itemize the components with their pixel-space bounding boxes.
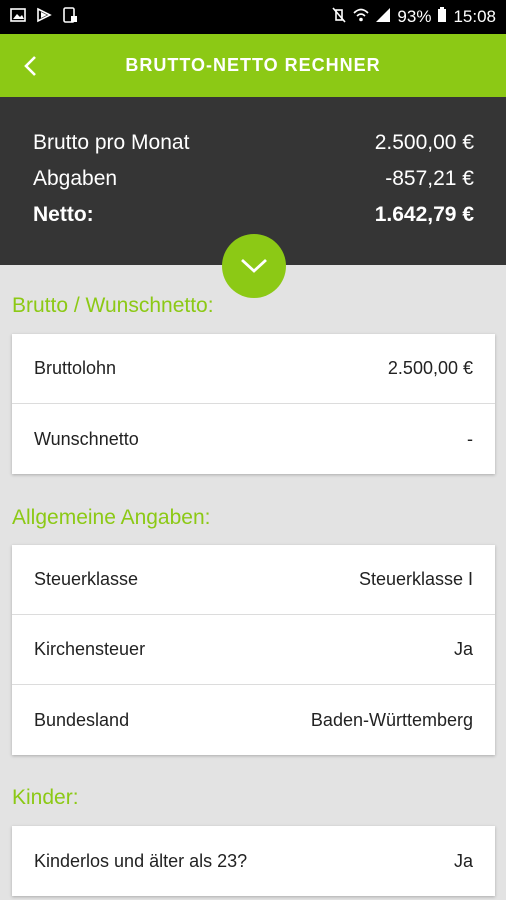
status-bar: 93% 15:08 — [0, 0, 506, 34]
row-value: 2.500,00 € — [387, 358, 473, 378]
summary-value: 2.500,00 € — [374, 131, 474, 154]
card-kinder: Kinderlos und älter als 23? Ja — [12, 826, 495, 896]
row-label: Steuerklasse — [34, 569, 139, 589]
row-value: Ja — [453, 850, 473, 871]
row-label: Bundesland — [34, 709, 130, 730]
section-title-allgemein: Allgemeine Angaben: — [12, 506, 211, 529]
row-value: Steuerklasse I — [358, 569, 473, 589]
summary-value: -857,21 € — [385, 167, 474, 190]
chevron-left-icon — [24, 56, 36, 76]
row-label: Kirchensteuer — [34, 639, 146, 659]
signal-icon — [375, 7, 391, 28]
row-label: Bruttolohn — [34, 358, 117, 378]
row-value: Ja — [453, 639, 473, 659]
image-icon — [10, 7, 26, 28]
back-button[interactable] — [14, 50, 46, 82]
battery-icon — [437, 6, 447, 28]
summary-row-netto: Netto: 1.642,79 € — [33, 197, 474, 233]
screenshot-icon — [62, 6, 78, 28]
row-wunschnetto[interactable]: Wunschnetto - — [12, 404, 495, 474]
card-brutto: Bruttolohn 2.500,00 € Wunschnetto - — [12, 334, 495, 474]
row-label: Wunschnetto — [34, 428, 139, 449]
row-label: Kinderlos und älter als 23? — [34, 850, 248, 871]
row-value: - — [467, 428, 473, 449]
row-value: Baden-Württemberg — [310, 709, 473, 730]
summary-row-brutto: Brutto pro Monat 2.500,00 € — [33, 125, 474, 161]
summary-row-abgaben: Abgaben -857,21 € — [33, 161, 474, 197]
chevron-down-icon — [241, 258, 267, 273]
summary-label: Brutto pro Monat — [33, 131, 190, 154]
row-kinderlos[interactable]: Kinderlos und älter als 23? Ja — [12, 826, 495, 896]
battery-percentage: 93% — [397, 7, 432, 26]
card-allgemein: Steuerklasse Steuerklasse I Kirchensteue… — [12, 545, 495, 755]
section-title-kinder: Kinder: — [12, 786, 79, 809]
section-title-brutto: Brutto / Wunschnetto: — [12, 294, 214, 317]
clock: 15:08 — [453, 7, 496, 26]
play-store-icon — [36, 7, 52, 28]
page-title: BRUTTO-NETTO RECHNER — [125, 55, 381, 75]
row-bundesland[interactable]: Bundesland Baden-Württemberg — [12, 685, 495, 755]
expand-details-button[interactable] — [222, 234, 286, 298]
summary-label: Netto: — [33, 203, 94, 226]
mute-vibrate-icon — [331, 6, 347, 28]
app-bar: BRUTTO-NETTO RECHNER — [0, 34, 506, 97]
summary-label: Abgaben — [33, 167, 118, 190]
wifi-icon — [353, 7, 369, 28]
row-bruttolohn[interactable]: Bruttolohn 2.500,00 € — [12, 334, 495, 404]
summary-value: 1.642,79 € — [374, 203, 474, 226]
row-steuerklasse[interactable]: Steuerklasse Steuerklasse I — [12, 545, 495, 615]
row-kirchensteuer[interactable]: Kirchensteuer Ja — [12, 615, 495, 685]
